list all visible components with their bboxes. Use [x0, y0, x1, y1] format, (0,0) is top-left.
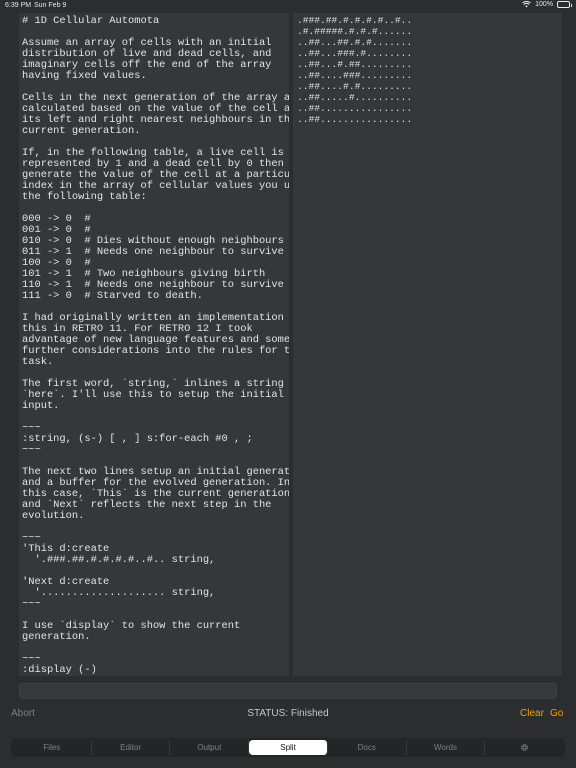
tab-split[interactable]: Split [249, 740, 328, 755]
tab-words[interactable]: Words [407, 740, 486, 755]
gear-icon [520, 744, 528, 751]
output-line: ..##................ [297, 114, 413, 125]
editor-pane[interactable]: # 1D Cellular Automota Assume an array o… [19, 13, 289, 676]
tab-editor[interactable]: Editor [92, 740, 171, 755]
status-bar: 6:39 PM Sun Feb 9 100% [0, 0, 576, 12]
tab-files[interactable]: Files [13, 740, 92, 755]
output-text: .###.##.#.#.#.#..#.. .#.#####.#.#.#......… [293, 13, 562, 125]
output-line: ..##....###......... [297, 70, 413, 81]
editor-line: ~~~ [22, 598, 41, 610]
editor-line: 111 -> 0 # Starved to death. [22, 290, 203, 302]
editor-line: further considerations into the rules fo… [22, 345, 289, 357]
editor-line: evolution. [22, 510, 85, 522]
command-input[interactable] [19, 683, 557, 699]
status-right: 100% [522, 1, 572, 8]
action-row: Abort STATUS: Finished Clear Go [0, 706, 576, 722]
editor-line: '.................... string, [22, 587, 216, 599]
clear-button[interactable]: Clear [520, 708, 544, 719]
output-line: ..##...#.##......... [297, 59, 413, 70]
tab-settings[interactable] [485, 740, 563, 755]
status-date: Sun Feb 9 [34, 2, 67, 9]
battery-icon [557, 1, 572, 8]
output-line: ..##...###.#........ [297, 48, 413, 59]
editor-line: ~~~ [22, 444, 41, 456]
editor-line: '.###.##.#.#.#.#..#.. string, [22, 554, 216, 566]
output-pane: .###.##.#.#.#.#..#.. .#.#####.#.#.#......… [293, 13, 562, 676]
output-line: ..##.....#.......... [297, 92, 413, 103]
tab-output[interactable]: Output [170, 740, 250, 755]
output-line: ..##....#.#......... [297, 81, 413, 92]
editor-line: current generation. [22, 125, 141, 137]
battery-percent: 100% [535, 1, 553, 8]
status-time: 6:39 PM [5, 2, 32, 9]
editor-line: task. [22, 356, 54, 368]
output-line: ..##................ [297, 103, 413, 114]
editor-line: # 1D Cellular Automota [22, 15, 160, 27]
editor-line: :string, (s-) [ , ] s:for-each #0 , ; [22, 433, 253, 445]
output-line: ..##...##.#.#....... [297, 37, 413, 48]
output-line: .#.#####.#.#.#...... [297, 26, 413, 37]
editor-line: having fixed values. [22, 70, 147, 82]
output-line: .###.##.#.#.#.#..#.. [297, 15, 413, 26]
editor-text[interactable]: # 1D Cellular Automota Assume an array o… [19, 13, 289, 676]
wifi-icon [522, 1, 531, 8]
editor-line: `here`. I'll use this to setup the initi… [22, 389, 284, 401]
editor-line: generation. [22, 631, 91, 643]
status-label: STATUS: Finished [247, 708, 329, 719]
go-button[interactable]: Go [550, 708, 563, 719]
editor-line: :display (-) [22, 664, 97, 676]
editor-line: input. [22, 400, 60, 412]
tab-docs[interactable]: Docs [328, 740, 407, 755]
segmented-tab-bar: Files Editor Output Split Docs Words [11, 738, 565, 757]
editor-line: the following table: [22, 191, 147, 203]
